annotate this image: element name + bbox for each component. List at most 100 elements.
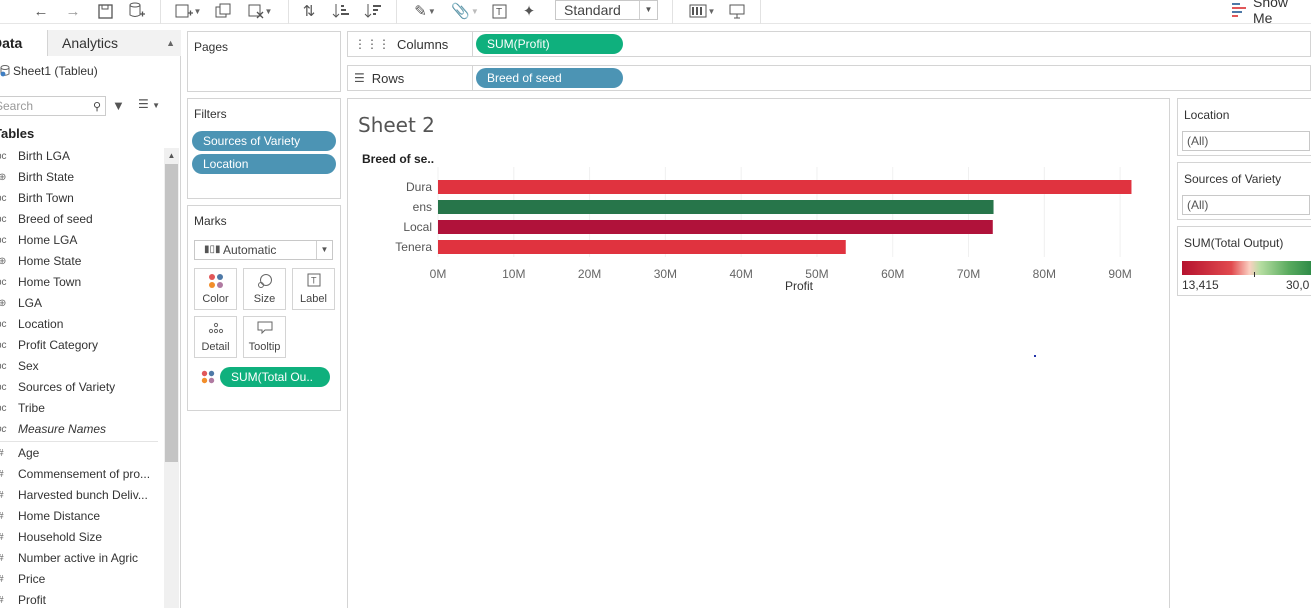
field-item[interactable]: # Commensement of pro... bbox=[0, 464, 164, 485]
pin-icon[interactable]: ✦ bbox=[518, 1, 540, 21]
new-worksheet-icon[interactable]: ▼ bbox=[170, 1, 206, 21]
measure-icon: # bbox=[0, 485, 12, 506]
legend-color-ramp[interactable] bbox=[1182, 261, 1311, 275]
stray-dot bbox=[1034, 355, 1036, 357]
rows-shelf[interactable]: ☰ Rows Breed of seed bbox=[347, 65, 1311, 91]
field-item[interactable]: bc Tribe bbox=[0, 398, 164, 419]
row-header-label[interactable]: Breed of se.. bbox=[362, 152, 434, 166]
field-item[interactable]: bc Sources of Variety bbox=[0, 377, 164, 398]
save-icon[interactable] bbox=[94, 1, 116, 21]
field-item[interactable]: # Household Size bbox=[0, 527, 164, 548]
chart-axis-ticks: 0M 10M 20M 30M 40M 50M 60M 70M 80M 90M bbox=[430, 267, 1132, 281]
show-cards-icon[interactable]: ▼ bbox=[684, 1, 720, 21]
field-item[interactable]: bc Birth Town bbox=[0, 188, 164, 209]
measure-icon: # bbox=[0, 590, 12, 608]
bar-ens[interactable] bbox=[438, 200, 994, 214]
field-item[interactable]: # Home Distance bbox=[0, 506, 164, 527]
bar-dura[interactable] bbox=[438, 180, 1132, 194]
field-label: Profit Category bbox=[18, 338, 99, 352]
rows-pill-breed-of-seed[interactable]: Breed of seed bbox=[476, 68, 623, 88]
dimension-icon: bc bbox=[0, 403, 7, 414]
field-item[interactable]: # Price bbox=[0, 569, 164, 590]
sort-descending-icon[interactable] bbox=[362, 1, 384, 21]
tab-analytics[interactable]: Analytics ▲ bbox=[47, 30, 181, 56]
color-button[interactable]: Color bbox=[194, 268, 237, 310]
x-tick-label: 40M bbox=[729, 267, 752, 281]
worksheet-view[interactable]: Sheet 2 Breed of se.. Dura ens Local Tenera… bbox=[347, 98, 1170, 608]
dimension-icon: bc bbox=[0, 277, 7, 288]
field-item[interactable]: # Number active in Agric bbox=[0, 548, 164, 569]
sources-filter-select[interactable]: (All) bbox=[1182, 195, 1310, 215]
datasource-label: Sheet1 (Tableu) bbox=[13, 64, 98, 78]
data-pane: Data Analytics ▲ Sheet1 (Tableu) Search … bbox=[0, 30, 181, 608]
field-item[interactable]: bc Home Town bbox=[0, 272, 164, 293]
chart-category-labels: Dura ens Local Tenera bbox=[395, 180, 432, 254]
field-item[interactable]: ⊕ LGA bbox=[0, 293, 164, 314]
location-filter-value: (All) bbox=[1187, 134, 1209, 148]
clear-sheet-icon[interactable]: ▼ bbox=[242, 1, 278, 21]
x-axis-title[interactable]: Profit bbox=[785, 279, 814, 293]
label-icon[interactable]: T bbox=[488, 1, 510, 21]
field-item[interactable]: bc Location bbox=[0, 314, 164, 335]
field-label: Household Size bbox=[18, 530, 103, 544]
forward-icon[interactable]: → bbox=[62, 1, 84, 21]
filter-pill-location[interactable]: Location bbox=[192, 154, 336, 174]
view-options-icon[interactable]: ☰ ▼ bbox=[138, 97, 160, 111]
field-item[interactable]: bc Measure Names bbox=[0, 419, 164, 440]
field-item[interactable]: ⊕ Birth State bbox=[0, 167, 164, 188]
color-icon bbox=[195, 273, 236, 293]
tooltip-button[interactable]: Tooltip bbox=[243, 316, 286, 358]
columns-pill-sum-profit[interactable]: SUM(Profit) bbox=[476, 34, 623, 54]
group-icon[interactable]: 📎 ▼ bbox=[448, 1, 482, 21]
view-size-select[interactable]: Standard ▼ bbox=[555, 0, 658, 20]
back-icon[interactable]: ← bbox=[30, 1, 52, 21]
filter-pill-sources-of-variety[interactable]: Sources of Variety bbox=[192, 131, 336, 151]
detail-button[interactable]: Detail bbox=[194, 316, 237, 358]
field-item[interactable]: bc Breed of seed bbox=[0, 209, 164, 230]
search-input[interactable]: Search ⚲ bbox=[0, 96, 106, 116]
field-label: Price bbox=[18, 572, 46, 586]
field-item[interactable]: bc Birth LGA bbox=[0, 146, 164, 167]
swap-icon[interactable]: ⇅ bbox=[298, 1, 320, 21]
label-button[interactable]: T Label bbox=[292, 268, 335, 310]
bar-local[interactable] bbox=[438, 220, 993, 234]
size-button[interactable]: Size bbox=[243, 268, 286, 310]
mark-type-select[interactable]: ▮▯▮ Automatic ▼ bbox=[194, 240, 333, 260]
field-item[interactable]: bc Sex bbox=[0, 356, 164, 377]
field-item[interactable]: # Profit bbox=[0, 590, 164, 608]
category-label[interactable]: Local bbox=[403, 220, 432, 234]
marks-card: Marks ▮▯▮ Automatic ▼ Color Size T Label… bbox=[187, 205, 341, 411]
field-item[interactable]: # Age bbox=[0, 443, 164, 464]
duplicate-sheet-icon[interactable] bbox=[212, 1, 234, 21]
category-label[interactable]: Dura bbox=[406, 180, 432, 194]
filter-icon[interactable]: ▼ bbox=[112, 98, 125, 113]
show-me-button[interactable]: Show Me bbox=[1232, 0, 1311, 26]
columns-shelf-label: ⋮⋮⋮ Columns bbox=[348, 32, 473, 56]
bar-tenera[interactable] bbox=[438, 240, 846, 254]
columns-shelf[interactable]: ⋮⋮⋮ Columns SUM(Profit) bbox=[347, 31, 1311, 57]
dimension-icon: bc bbox=[0, 214, 7, 225]
sort-ascending-icon[interactable] bbox=[330, 1, 352, 21]
location-filter-select[interactable]: (All) bbox=[1182, 131, 1310, 151]
bar-chart[interactable]: Breed of se.. Dura ens Local Tenera 0M 10M 20… bbox=[348, 99, 1171, 399]
legend-title: SUM(Total Output) bbox=[1184, 236, 1284, 250]
field-list-scrollbar[interactable]: ▲ bbox=[164, 148, 179, 608]
new-datasource-icon[interactable] bbox=[126, 1, 148, 21]
datasource-item[interactable]: Sheet1 (Tableu) bbox=[0, 62, 98, 80]
field-item[interactable]: bc Profit Category bbox=[0, 335, 164, 356]
tab-data[interactable]: Data bbox=[0, 30, 47, 56]
globe-icon: ⊕ bbox=[0, 172, 7, 183]
highlight-icon[interactable]: ✎ ▼ bbox=[408, 1, 442, 21]
search-placeholder: Search bbox=[0, 99, 34, 113]
field-item[interactable]: ⊕ Home State bbox=[0, 251, 164, 272]
category-label[interactable]: ens bbox=[413, 200, 432, 214]
scroll-thumb[interactable] bbox=[165, 164, 178, 462]
field-item[interactable]: # Harvested bunch Deliv... bbox=[0, 485, 164, 506]
category-label[interactable]: Tenera bbox=[395, 240, 432, 254]
presentation-mode-icon[interactable] bbox=[726, 1, 748, 21]
scroll-up-icon[interactable]: ▲ bbox=[164, 148, 179, 164]
color-pill-total-output[interactable]: SUM(Total Ou.. bbox=[220, 367, 330, 387]
field-item[interactable]: bc Home LGA bbox=[0, 230, 164, 251]
search-icon: ⚲ bbox=[92, 101, 101, 113]
view-size-value: Standard bbox=[564, 2, 621, 18]
